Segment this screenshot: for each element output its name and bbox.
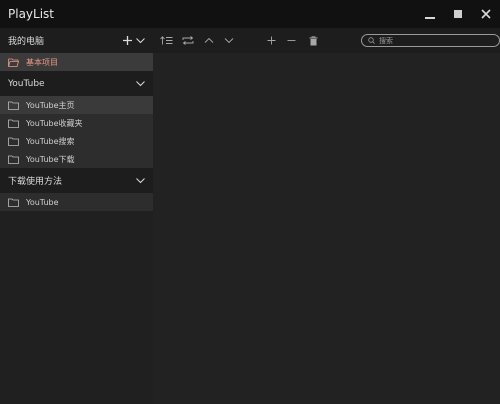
repeat-button[interactable] [181, 34, 195, 47]
sidebar: 我的电脑 基本项目 YouTube YouTube主页 YouTube收藏夹 Y… [0, 28, 153, 404]
plus-icon [267, 36, 275, 45]
section-header-youtube[interactable]: YouTube [0, 71, 153, 96]
repeat-icon [182, 36, 194, 45]
section-label: 我的电脑 [8, 37, 45, 47]
playlist-list[interactable] [153, 53, 500, 404]
chevron-down-icon[interactable] [136, 176, 145, 185]
section-label: YouTube [8, 78, 45, 89]
sidebar-item-youtube-search[interactable]: YouTube搜索 [0, 132, 153, 150]
playlist-panel [153, 28, 500, 404]
sort-icon [159, 36, 172, 45]
remove-button[interactable] [284, 34, 298, 47]
minimize-icon [425, 17, 435, 19]
sidebar-item-youtube-howto[interactable]: YouTube [0, 193, 153, 211]
folder-icon [8, 137, 19, 146]
sidebar-item-label: 基本项目 [26, 57, 58, 67]
sidebar-item-youtube-download[interactable]: YouTube下载 [0, 150, 153, 168]
sidebar-item-basic[interactable]: 基本项目 [0, 53, 153, 71]
section-label: 下载使用方法 [8, 177, 63, 187]
maximize-icon [454, 10, 462, 18]
app-title: PlayList [8, 7, 55, 21]
maximize-button[interactable] [444, 0, 472, 28]
minus-icon [287, 40, 295, 41]
section-header-download-howto[interactable]: 下载使用方法 [0, 168, 153, 193]
folder-icon [8, 155, 19, 164]
playlist-toolbar [153, 28, 500, 53]
sidebar-item-youtube-favorites[interactable]: YouTube收藏夹 [0, 114, 153, 132]
sidebar-item-label: YouTube主页 [26, 100, 75, 110]
add-button[interactable] [264, 34, 278, 47]
sidebar-item-label: YouTube [26, 197, 59, 207]
sidebar-item-label: YouTube下载 [26, 154, 75, 164]
close-button[interactable] [472, 0, 500, 28]
sidebar-item-youtube-home[interactable]: YouTube主页 [0, 96, 153, 114]
chevron-down-icon[interactable] [136, 36, 145, 45]
folder-open-icon [8, 58, 19, 67]
sort-button[interactable] [159, 34, 173, 47]
move-up-button[interactable] [202, 34, 216, 47]
sidebar-item-label: YouTube收藏夹 [26, 118, 83, 128]
trash-icon [309, 35, 317, 45]
chevron-up-icon [204, 37, 214, 43]
folder-icon [8, 198, 19, 207]
search-input[interactable] [375, 36, 479, 45]
section-header-my-computer[interactable]: 我的电脑 [0, 28, 153, 53]
folder-icon [8, 119, 19, 128]
folder-icon [8, 101, 19, 110]
chevron-down-icon [224, 38, 234, 44]
search-icon [368, 37, 375, 44]
search-box[interactable] [361, 34, 500, 47]
window-controls [416, 0, 500, 28]
minimize-button[interactable] [416, 0, 444, 28]
move-down-button[interactable] [222, 34, 236, 47]
close-icon [481, 9, 491, 19]
title-bar: PlayList [0, 0, 500, 28]
delete-button[interactable] [306, 34, 320, 47]
chevron-down-icon[interactable] [136, 79, 145, 88]
add-icon[interactable] [123, 36, 132, 45]
sidebar-item-label: YouTube搜索 [26, 136, 75, 146]
